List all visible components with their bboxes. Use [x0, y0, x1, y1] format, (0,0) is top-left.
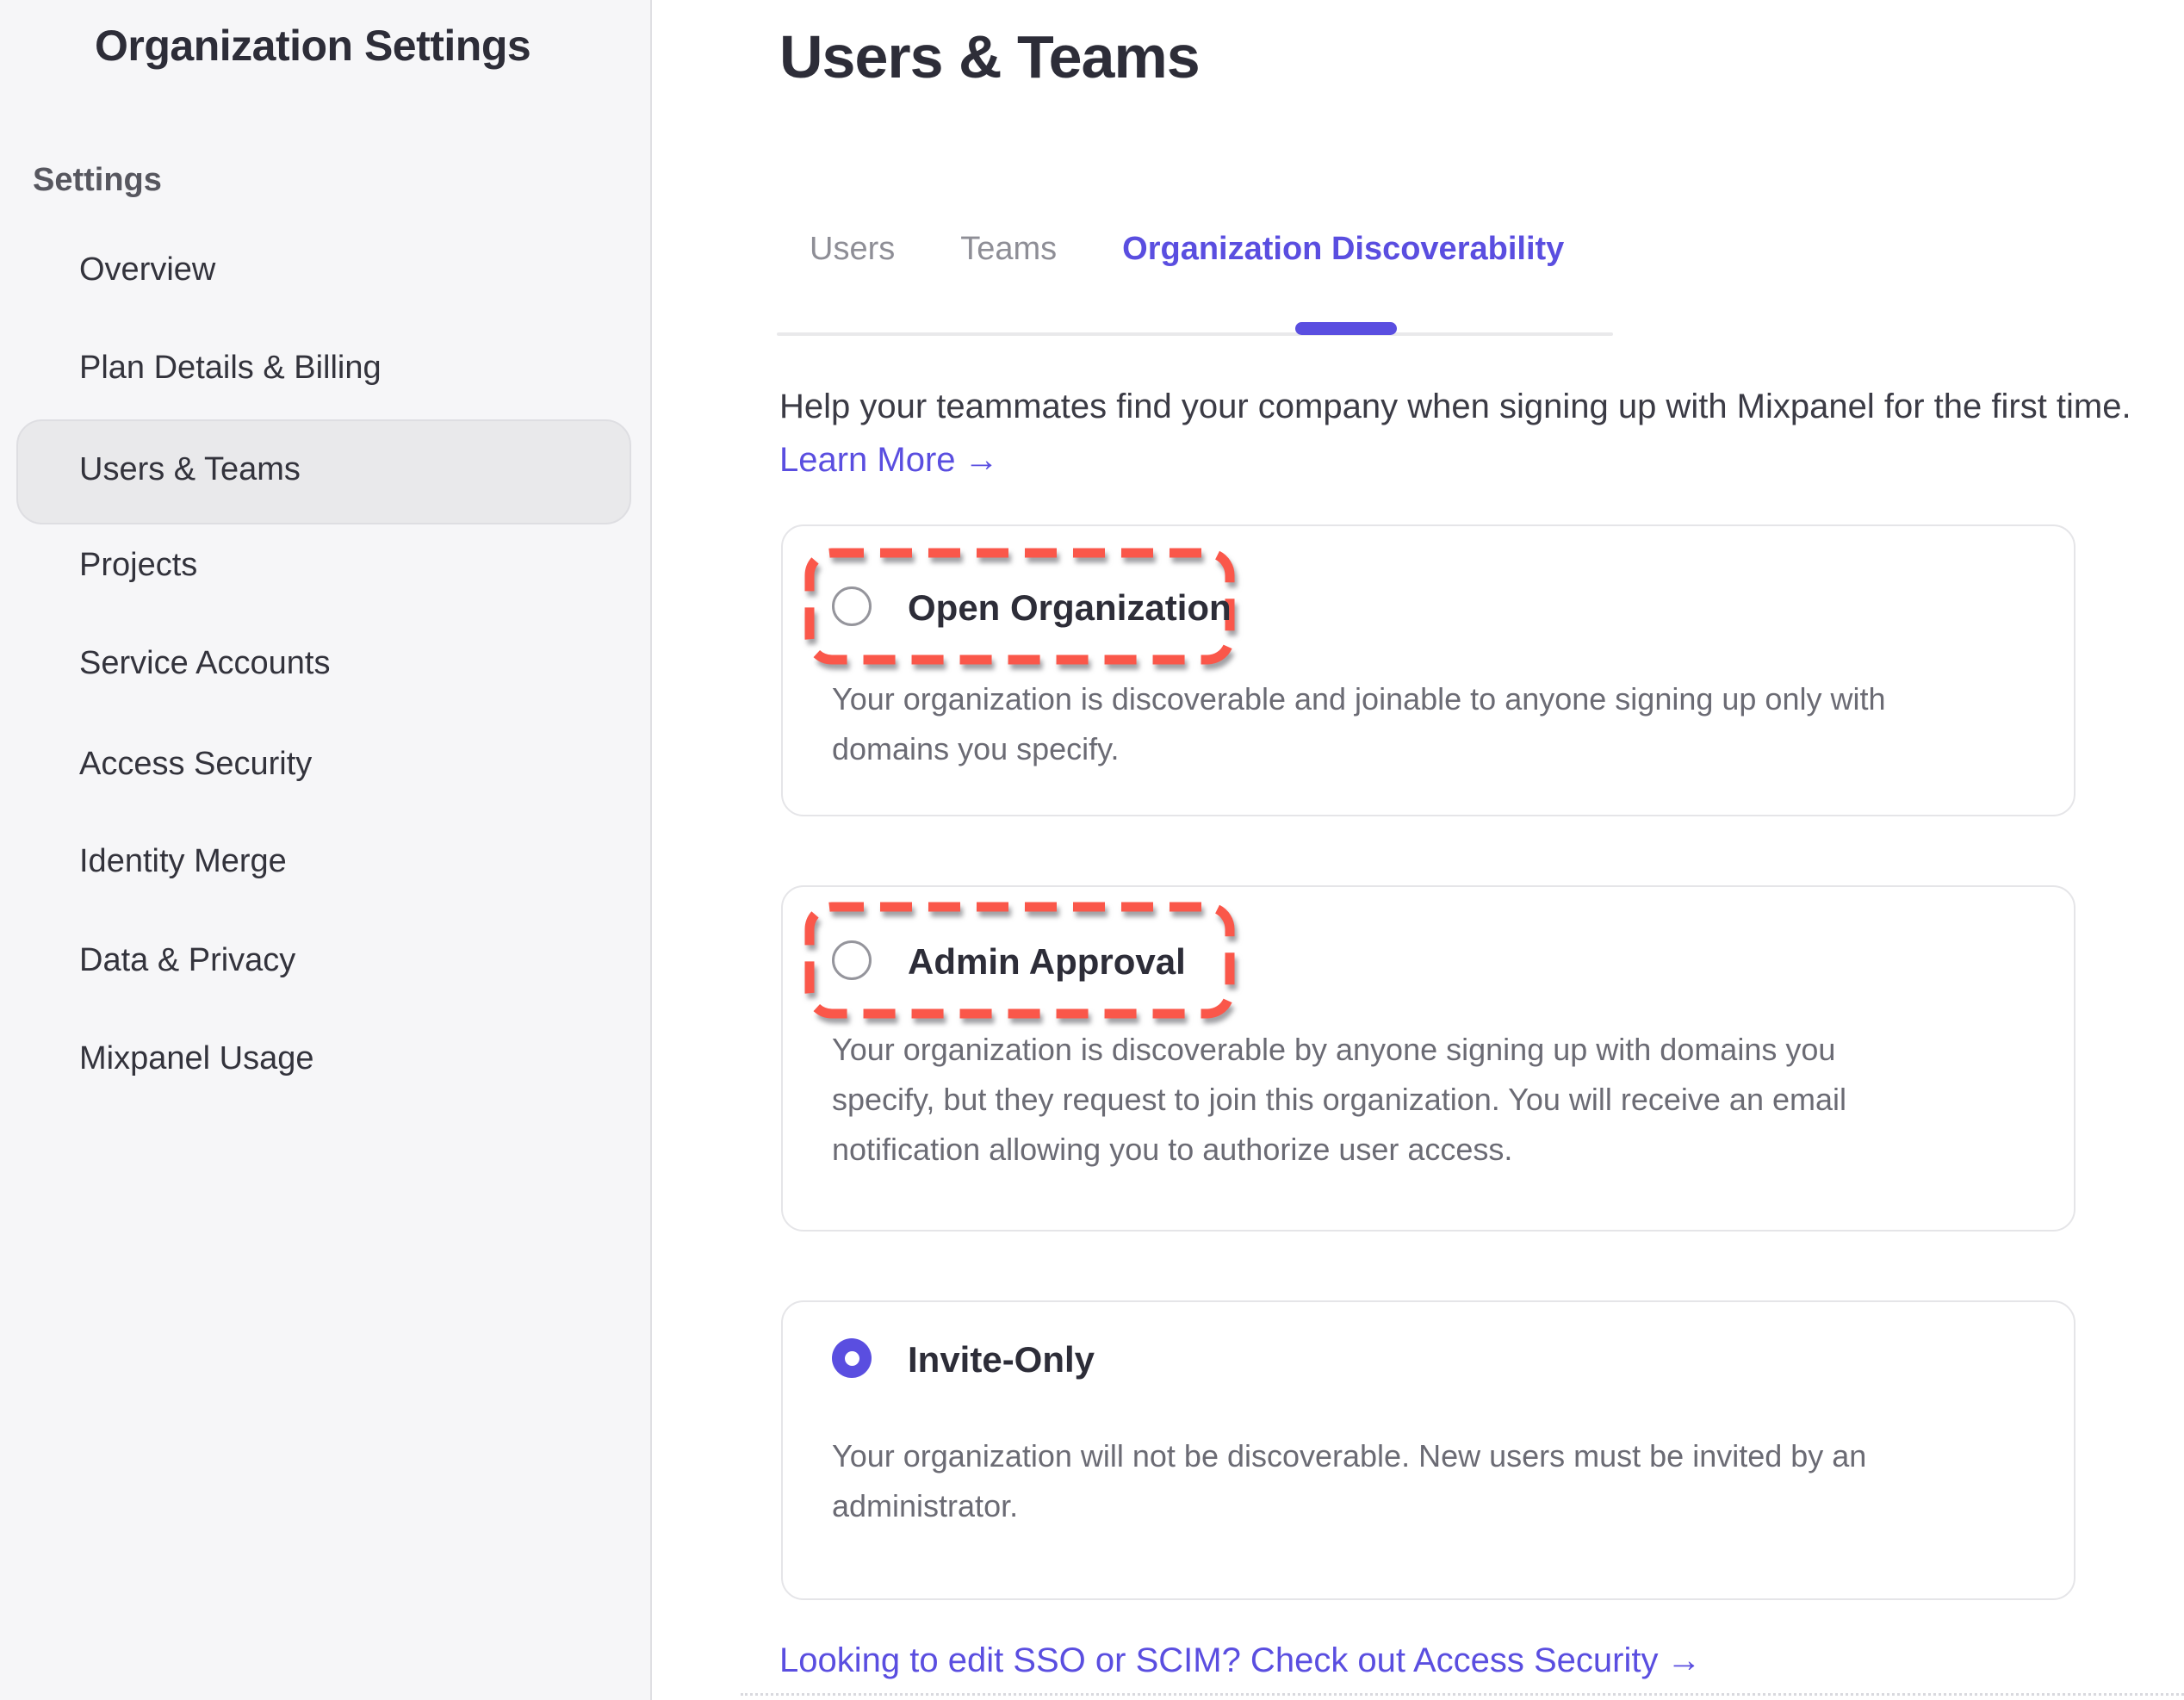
sidebar-item-mixpanel-usage[interactable]: Mixpanel Usage	[79, 1040, 313, 1077]
tab-underline-track	[777, 332, 1613, 336]
option-description-admin-approval: Your organization is discoverable by any…	[832, 1025, 1943, 1175]
tab-bar: Users Teams Organization Discoverability	[810, 231, 1564, 268]
page-title: Users & Teams	[779, 22, 1200, 91]
learn-more-label: Learn More	[779, 441, 956, 479]
sidebar-item-overview[interactable]: Overview	[79, 251, 215, 289]
radio-open-organization[interactable]	[832, 586, 872, 626]
sidebar-item-service-accounts[interactable]: Service Accounts	[79, 645, 330, 682]
sidebar-item-plan-details-billing[interactable]: Plan Details & Billing	[79, 350, 382, 387]
option-card-open-organization: Open Organization Your organization is d…	[781, 524, 2075, 816]
tab-users[interactable]: Users	[810, 231, 895, 268]
radio-selected-dot	[845, 1351, 859, 1366]
settings-sidebar: Organization Settings Settings Overview …	[0, 0, 652, 1700]
option-description-open-organization: Your organization is discoverable and jo…	[832, 674, 1943, 774]
option-label-open-organization: Open Organization	[908, 588, 1232, 628]
sidebar-item-projects[interactable]: Projects	[79, 547, 197, 584]
active-tab-indicator	[1295, 322, 1397, 335]
radio-admin-approval[interactable]	[832, 940, 872, 980]
option-description-invite-only: Your organization will not be discoverab…	[832, 1431, 1943, 1531]
intro-text: Help your teammates find your company wh…	[779, 382, 2184, 431]
sidebar-item-users-teams[interactable]: Users & Teams	[79, 451, 301, 488]
learn-more-link[interactable]: Learn More→	[779, 441, 999, 480]
option-label-admin-approval: Admin Approval	[908, 942, 1186, 982]
sidebar-section-label: Settings	[33, 162, 162, 199]
sidebar-title: Organization Settings	[95, 21, 530, 71]
arrow-right-icon: →	[965, 441, 999, 479]
access-security-link[interactable]: Looking to edit SSO or SCIM? Check out A…	[779, 1641, 1701, 1680]
option-card-admin-approval: Admin Approval Your organization is disc…	[781, 885, 2075, 1232]
sidebar-item-access-security[interactable]: Access Security	[79, 746, 312, 783]
option-card-invite-only: Invite-Only Your organization will not b…	[781, 1300, 2075, 1600]
access-security-link-label: Looking to edit SSO or SCIM? Check out A…	[779, 1641, 1658, 1679]
bottom-divider	[741, 1693, 2184, 1696]
arrow-right-icon: →	[1666, 1641, 1701, 1679]
option-label-invite-only: Invite-Only	[908, 1340, 1095, 1380]
tab-teams[interactable]: Teams	[960, 231, 1057, 268]
sidebar-item-identity-merge[interactable]: Identity Merge	[79, 843, 287, 880]
radio-invite-only[interactable]	[832, 1338, 872, 1378]
sidebar-item-data-privacy[interactable]: Data & Privacy	[79, 942, 295, 979]
tab-organization-discoverability[interactable]: Organization Discoverability	[1122, 231, 1564, 268]
